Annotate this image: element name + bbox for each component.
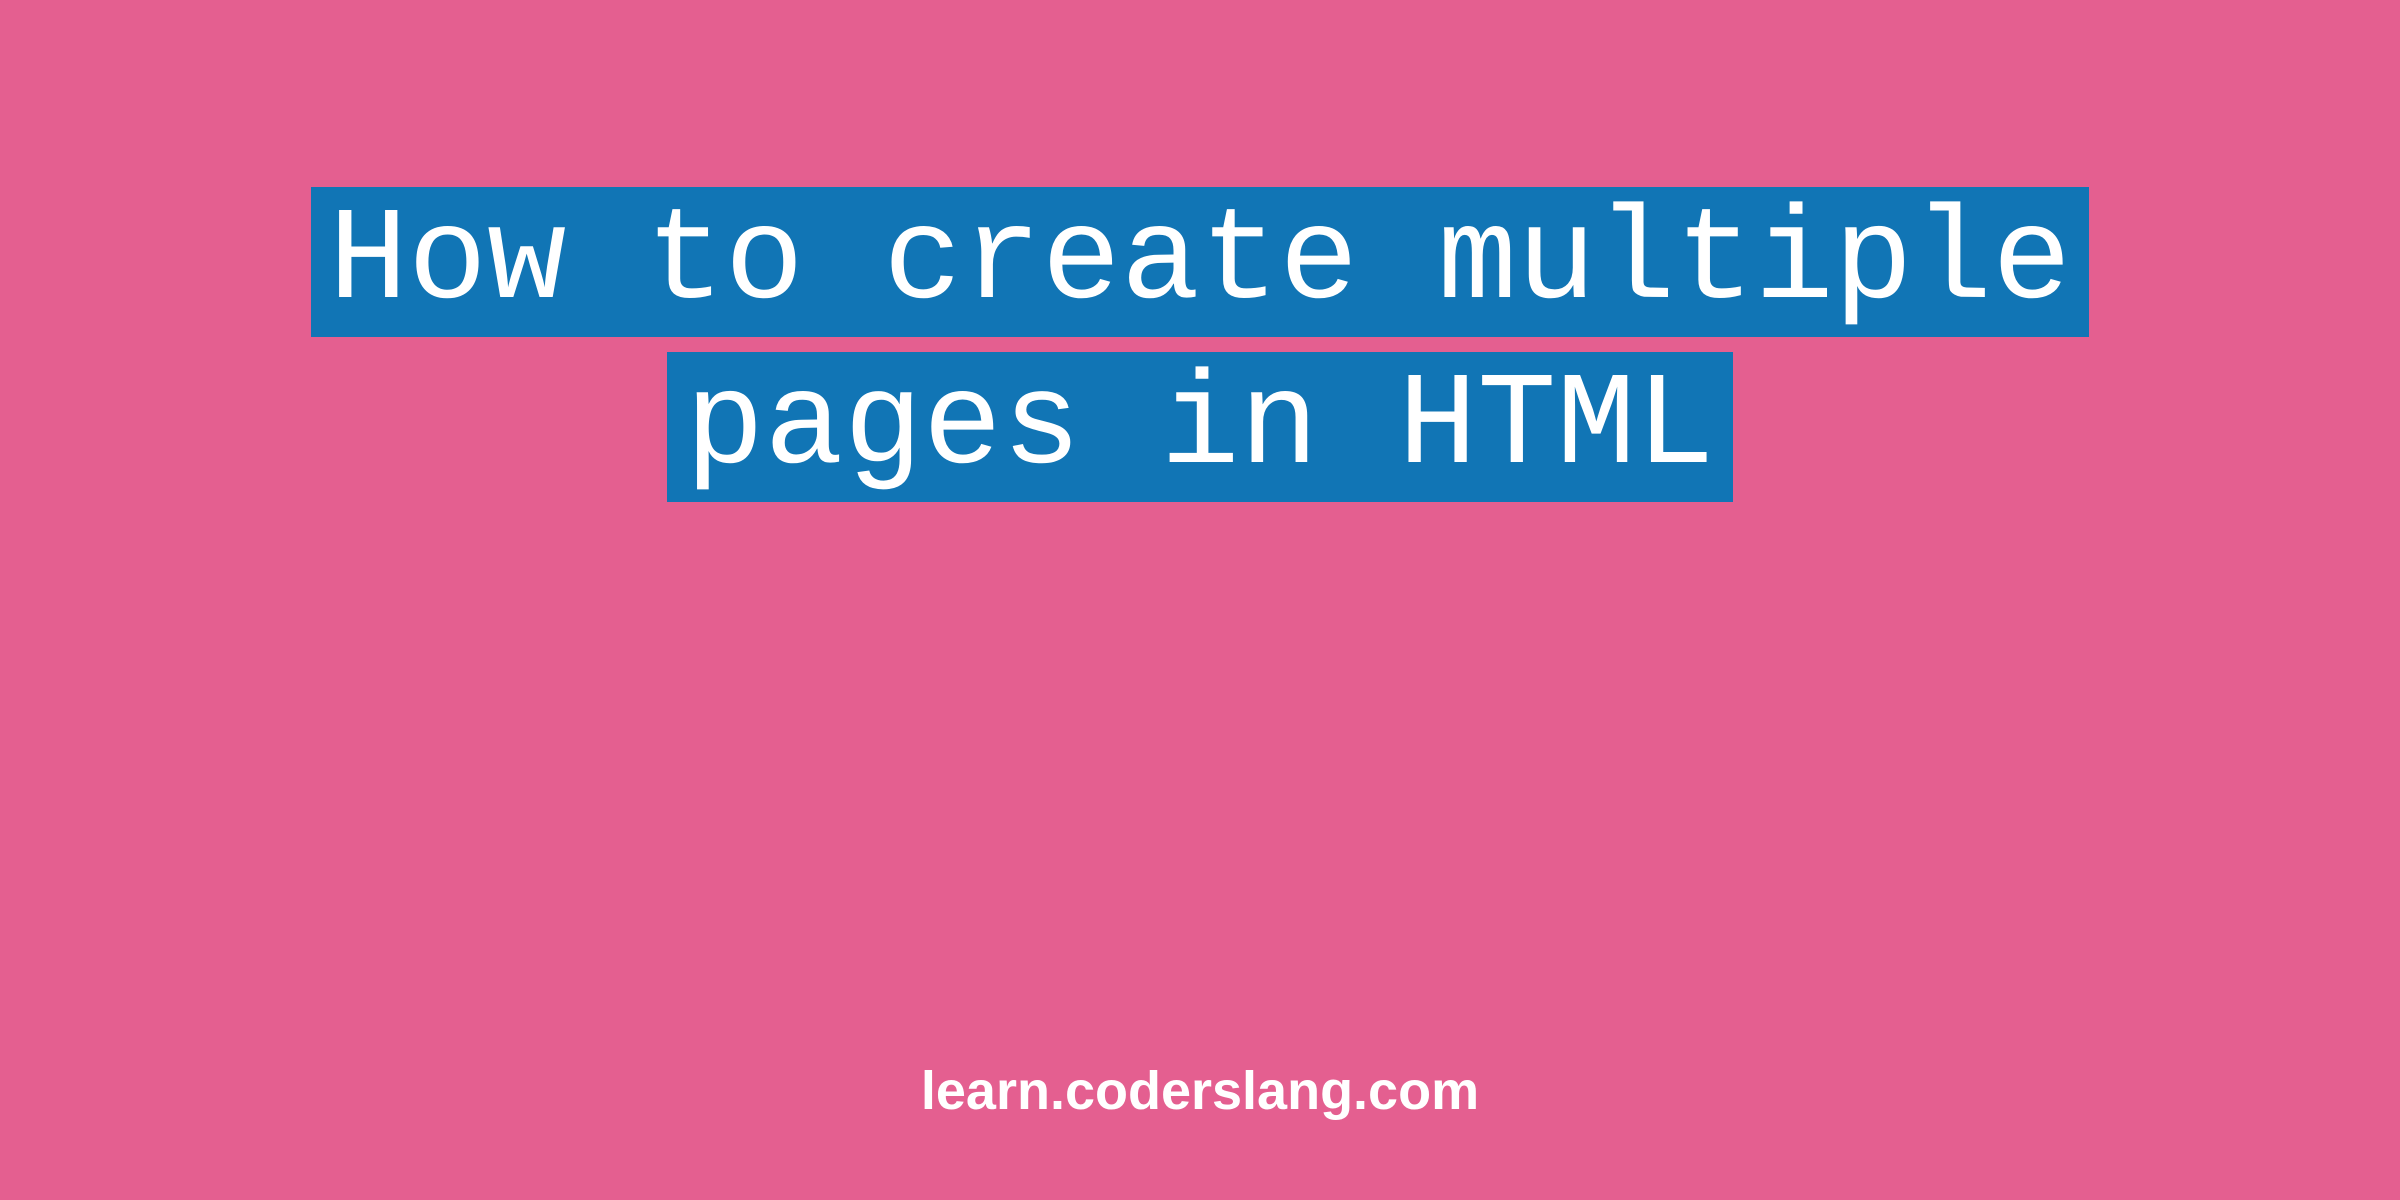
title-line-1: How to create multiple xyxy=(311,187,2090,337)
page-title: How to create multiple pages in HTML xyxy=(311,180,2090,510)
footer-domain: learn.coderslang.com xyxy=(921,1060,1479,1122)
title-line-2: pages in HTML xyxy=(667,352,1733,502)
